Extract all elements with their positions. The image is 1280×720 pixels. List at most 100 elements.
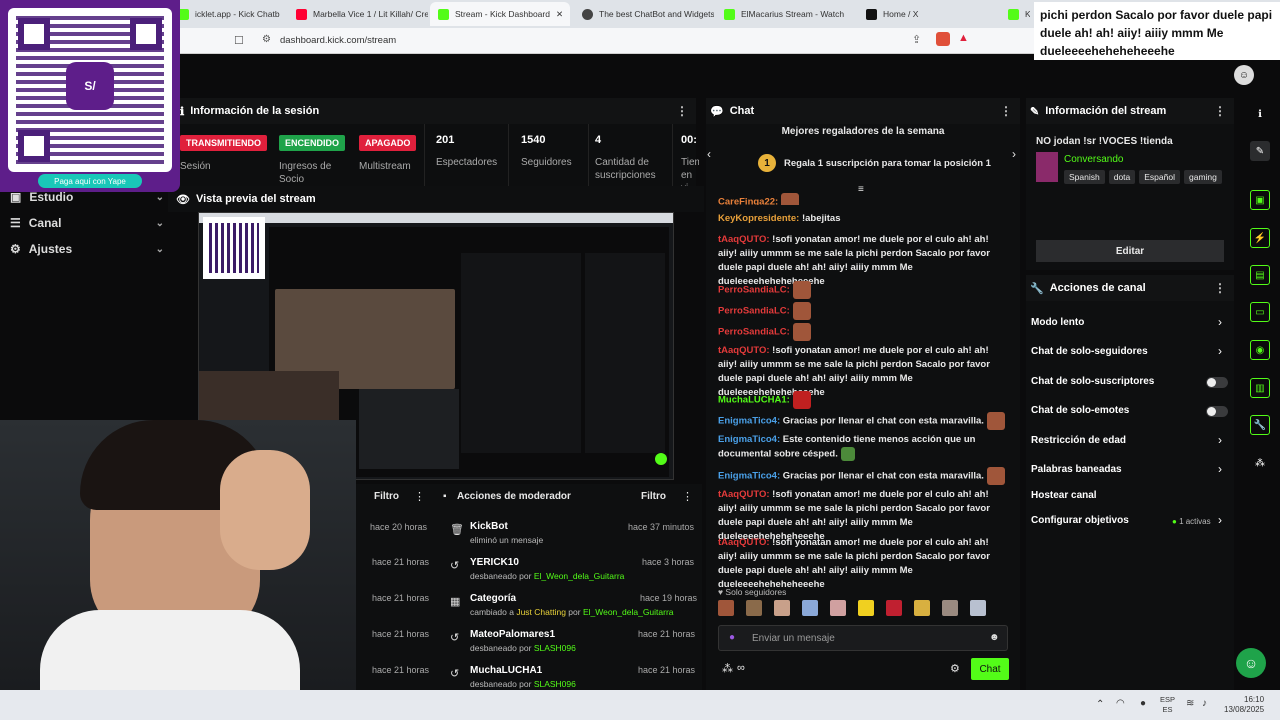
support-chat-icon[interactable]: ☺: [1236, 648, 1266, 678]
language-indicator[interactable]: ESP ES: [1160, 695, 1175, 715]
action-host-channel[interactable]: Hostear canal: [1031, 490, 1097, 501]
pencil-icon[interactable]: ✎: [1250, 141, 1270, 161]
pencil-icon: ✎: [1030, 105, 1040, 118]
browser-tab[interactable]: Marbella Vice 1 / Lit Killah/ Cre: [288, 2, 428, 26]
rewards-icon[interactable]: ▲: [958, 32, 969, 44]
wifi-icon[interactable]: ◠: [1116, 698, 1125, 709]
emote-icon[interactable]: [802, 600, 818, 616]
site-settings-icon[interactable]: ⚙: [262, 34, 271, 45]
infinity-icon[interactable]: ∞: [737, 662, 745, 674]
list-item: KickBot: [470, 521, 508, 532]
send-chat-button[interactable]: Chat: [971, 658, 1009, 680]
more-options-icon[interactable]: ⋮: [1214, 104, 1226, 118]
chat-header: 💬 Chat ⋮: [706, 98, 1020, 124]
info-icon[interactable]: ℹ: [1250, 104, 1270, 124]
broadcast-icon[interactable]: ◉: [1250, 340, 1270, 360]
chevron-right-icon[interactable]: ›: [1012, 147, 1016, 161]
gear-icon[interactable]: ⚙: [950, 662, 960, 675]
microphone-icon[interactable]: ●: [1140, 698, 1146, 709]
stream-info-header: ✎ Información del stream ⋮: [1026, 98, 1234, 124]
chat-bubble-icon[interactable]: ▭: [1250, 302, 1270, 322]
more-options-icon[interactable]: ⋮: [414, 490, 425, 503]
emote-icon: [986, 412, 1005, 430]
action-age-restriction[interactable]: Restricción de edad: [1031, 435, 1126, 446]
chevron-right-icon: ›: [1218, 513, 1222, 527]
channel-icon: ☰: [10, 216, 21, 230]
emote-icon: [792, 302, 811, 320]
volume-icon[interactable]: ♪: [1202, 698, 1207, 709]
users-icon[interactable]: ⁂: [722, 662, 733, 675]
sidebar-item-estudio[interactable]: ▣ Estudio ⌄: [10, 190, 164, 204]
close-icon[interactable]: ✕: [556, 9, 563, 20]
clock[interactable]: 16:10 13/08/2025: [1224, 695, 1264, 715]
more-options-icon[interactable]: ⋮: [682, 490, 693, 503]
category-name[interactable]: Conversando: [1064, 154, 1123, 165]
emote-icon[interactable]: [774, 600, 790, 616]
more-options-icon[interactable]: ⋮: [1214, 281, 1226, 295]
sidebar-item-ajustes[interactable]: ⚙ Ajustes ⌄: [10, 242, 164, 256]
url-text[interactable]: dashboard.kick.com/stream: [280, 35, 396, 46]
wrench-icon[interactable]: 🔧: [1250, 415, 1270, 435]
emotes-only-toggle[interactable]: [1206, 406, 1228, 417]
emote-icon[interactable]: [914, 600, 930, 616]
users-icon[interactable]: ⁂: [1250, 453, 1270, 473]
tag-list: Spanish dota Español gaming: [1064, 170, 1222, 184]
emote-icon: [781, 193, 800, 205]
share-icon[interactable]: ⇪: [912, 33, 921, 46]
sidebar-item-canal[interactable]: ☰ Canal ⌄: [10, 216, 164, 230]
emote-icon[interactable]: [970, 600, 986, 616]
action-banned-words[interactable]: Palabras baneadas: [1031, 464, 1122, 475]
chat-message: KeyKopresidente: !abejitas: [718, 213, 841, 224]
layout-icon[interactable]: ▥: [1250, 378, 1270, 398]
action-followers-only[interactable]: Chat de solo-seguidores: [1031, 346, 1148, 357]
subs-count: 4: [595, 134, 602, 146]
subs-only-toggle[interactable]: [1206, 377, 1228, 388]
browser-tab-active[interactable]: Stream - Kick Dashboard ✕: [430, 2, 570, 26]
bolt-icon[interactable]: ⚡: [1250, 228, 1270, 248]
gear-icon: ⚙: [10, 242, 21, 256]
chevron-left-icon[interactable]: ‹: [707, 147, 711, 161]
emote-icon[interactable]: [886, 600, 902, 616]
action-goals[interactable]: Configurar objetivos: [1031, 515, 1129, 526]
browser-tab[interactable]: K: [1000, 2, 1030, 26]
emote-icon[interactable]: [858, 600, 874, 616]
kick-icon: [1008, 8, 1019, 20]
chevron-up-icon[interactable]: ⌃: [1096, 699, 1104, 710]
avatar[interactable]: ☺: [1234, 65, 1254, 85]
browser-tab[interactable]: icklet.app - Kick Chatbot: [170, 2, 280, 26]
emote-bar: [718, 600, 1008, 618]
wifi-icon[interactable]: ≋: [1186, 698, 1194, 709]
microphone-icon[interactable]: ●: [729, 632, 735, 643]
emote-icon: [792, 281, 811, 299]
undo-icon: ↺: [450, 560, 460, 572]
action-slow-mode[interactable]: Modo lento: [1031, 317, 1084, 328]
filter-button[interactable]: Filtro: [641, 491, 666, 502]
stat-label: Espectadores: [436, 157, 498, 168]
more-options-icon[interactable]: ⋮: [676, 104, 688, 118]
session-panel-header: ℹ Información de la sesión ⋮: [176, 98, 696, 124]
emote-icon[interactable]: [718, 600, 734, 616]
chat-message: EnigmaTico4: Gracias por llenar el chat …: [718, 467, 1008, 485]
mod-time: hace 21 horas: [372, 593, 430, 603]
emote-icon[interactable]: [830, 600, 846, 616]
goals-count: ● 1 activas: [1172, 517, 1211, 526]
edit-button[interactable]: Editar: [1036, 240, 1224, 262]
x-icon: [866, 8, 877, 20]
uptime: 00:3: [681, 134, 697, 146]
brave-shield-icon[interactable]: [936, 32, 950, 46]
browser-tab[interactable]: ElMacarius Stream - Watch: [716, 2, 856, 26]
emote-icon: [840, 447, 855, 461]
bookmark-icon[interactable]: ☐: [234, 34, 244, 47]
emote-icon[interactable]: [942, 600, 958, 616]
focus-icon[interactable]: ▣: [1250, 190, 1270, 210]
more-options-icon[interactable]: ⋮: [1000, 104, 1012, 118]
filter-button[interactable]: Filtro: [374, 491, 399, 502]
mod-time: hace 21 horas: [372, 665, 430, 675]
chat-input[interactable]: ● Enviar un mensaje ☻: [718, 625, 1008, 651]
stat-label: Seguidores: [521, 157, 572, 168]
browser-tab[interactable]: The best ChatBot and Widgets: [574, 2, 714, 26]
document-icon[interactable]: ▤: [1250, 265, 1270, 285]
browser-tab[interactable]: Home / X: [858, 2, 998, 26]
emoji-icon[interactable]: ☻: [989, 632, 1000, 643]
emote-icon[interactable]: [746, 600, 762, 616]
